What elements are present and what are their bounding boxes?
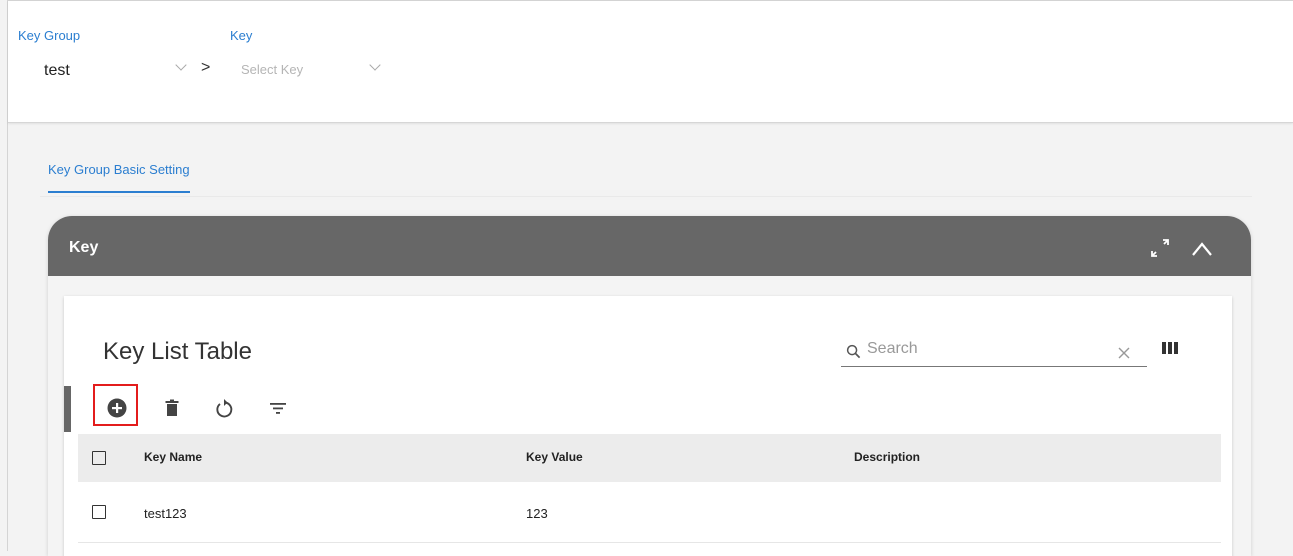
key-list-table-card: Key List Table Search Key Name Key Value… bbox=[64, 296, 1232, 556]
delete-icon[interactable] bbox=[160, 396, 184, 420]
add-circle-icon[interactable] bbox=[105, 396, 129, 420]
top-selector-bar: Key Group test > Key Select Key bbox=[8, 1, 1293, 123]
key-group-label: Key Group bbox=[18, 28, 81, 43]
panel-title: Key bbox=[69, 239, 99, 256]
column-header-key-name[interactable]: Key Name bbox=[144, 450, 202, 464]
cell-key-name: test123 bbox=[144, 506, 187, 521]
row-checkbox[interactable] bbox=[92, 505, 106, 519]
search-input[interactable] bbox=[867, 340, 1107, 358]
column-header-description[interactable]: Description bbox=[854, 450, 920, 464]
key-select[interactable]: Select Key bbox=[241, 62, 303, 77]
breadcrumb-separator-icon: > bbox=[201, 59, 211, 76]
key-list-table: Key Name Key Value Description test123 1… bbox=[78, 434, 1221, 543]
tab-divider bbox=[40, 196, 1252, 197]
undo-icon[interactable] bbox=[211, 396, 235, 420]
expand-icon[interactable] bbox=[1148, 236, 1172, 260]
key-group-select[interactable]: test bbox=[44, 62, 70, 80]
key-label: Key bbox=[230, 28, 253, 43]
search-icon bbox=[846, 344, 861, 359]
chevron-down-icon[interactable] bbox=[369, 59, 381, 71]
table-header-row: Key Name Key Value Description bbox=[78, 434, 1221, 482]
tab-key-group-basic-setting[interactable]: Key Group Basic Setting bbox=[48, 162, 190, 193]
chevron-down-icon[interactable] bbox=[175, 59, 187, 71]
view-columns-icon[interactable] bbox=[1160, 340, 1180, 356]
search-bar bbox=[841, 336, 1147, 367]
column-header-key-value[interactable]: Key Value bbox=[526, 450, 583, 464]
clear-search-icon[interactable] bbox=[1117, 346, 1131, 360]
filter-icon[interactable] bbox=[266, 396, 290, 420]
toolbar-accent-bar bbox=[64, 386, 71, 432]
collapse-chevron-up-icon[interactable] bbox=[1190, 237, 1214, 261]
key-panel: Key Key List Table Search Key Name Key V… bbox=[48, 216, 1251, 556]
key-panel-header: Key bbox=[48, 216, 1251, 276]
table-row[interactable]: test123 123 bbox=[78, 482, 1221, 543]
table-title: Key List Table bbox=[103, 338, 252, 365]
cell-key-value: 123 bbox=[526, 506, 548, 521]
select-all-checkbox[interactable] bbox=[92, 451, 106, 465]
